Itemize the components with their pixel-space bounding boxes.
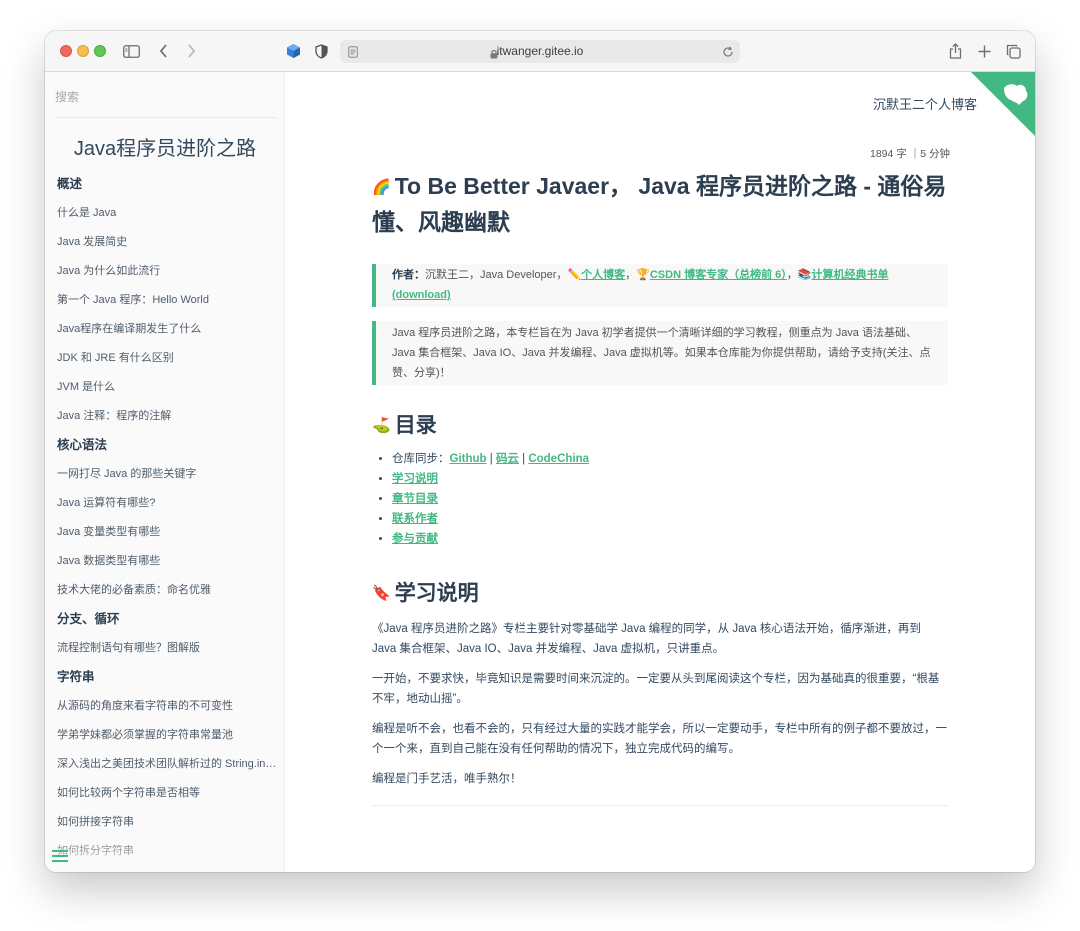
sidebar-item[interactable]: 什么是 Java	[57, 200, 279, 229]
sidebar-item[interactable]: Java 注释：程序的注解	[57, 403, 279, 432]
sidebar-item[interactable]: 从源码的角度来看字符串的不可变性	[57, 693, 279, 722]
sidebar-item[interactable]: 学弟学妹都必须掌握的字符串常量池	[57, 722, 279, 751]
flag-icon: ⛳	[372, 417, 391, 434]
toc-list: 仓库同步：Github | 码云 | CodeChina 学习说明 章节目录 联…	[372, 449, 948, 549]
toc-item: 学习说明	[392, 469, 948, 489]
address-bar[interactable]: itwanger.gitee.io	[340, 40, 740, 63]
study-heading-text: 学习说明	[394, 582, 479, 605]
sidebar-item[interactable]: Java 为什么如此流行	[57, 258, 279, 287]
page-title: 🌈 To Be Better Javaer， Java 程序员进阶之路 - 通俗易…	[372, 169, 948, 240]
search-input[interactable]	[55, 82, 277, 112]
app-name[interactable]: Java程序员进阶之路	[45, 132, 284, 161]
toc-heading-text: 目录	[394, 414, 437, 437]
tab-overview-icon[interactable]	[1004, 41, 1022, 61]
divider	[372, 805, 948, 806]
address-url: itwanger.gitee.io	[496, 44, 584, 58]
study-heading: 🔖 学习说明	[372, 579, 948, 609]
sidebar: Java程序员进阶之路 概述什么是 JavaJava 发展简史Java 为什么如…	[45, 72, 285, 872]
forward-icon[interactable]	[184, 41, 198, 61]
toc-item: 章节目录	[392, 489, 948, 509]
sidebar-item[interactable]: 如何比较两个字符串是否相等	[57, 780, 279, 809]
share-icon[interactable]	[947, 41, 963, 61]
codechina-link[interactable]: CodeChina	[528, 453, 589, 465]
extension-cube-icon[interactable]	[284, 41, 302, 61]
sidebar-item[interactable]: 技术大佬的必备素质：命名优雅	[57, 577, 279, 606]
pencil-icon: ✏️	[567, 269, 582, 281]
close-window-button[interactable]	[60, 45, 72, 57]
sidebar-item[interactable]: JDK 和 JRE 有什么区别	[57, 345, 279, 374]
toc-link-chapters[interactable]: 章节目录	[392, 493, 438, 505]
author-label: 作者：	[392, 269, 425, 281]
sidebar-section-heading: 字符串	[57, 670, 95, 684]
sidebar-fade	[45, 832, 284, 872]
sidebar-section-heading: 核心语法	[57, 438, 108, 452]
search-box	[55, 82, 277, 118]
sidebar-section-heading: 概述	[57, 177, 83, 191]
reload-icon[interactable]	[722, 45, 734, 63]
toc-sync-label: 仓库同步：	[392, 453, 450, 465]
article: 🌈 To Be Better Javaer， Java 程序员进阶之路 - 通俗易…	[372, 169, 948, 806]
toc-item: 联系作者	[392, 509, 948, 529]
sidebar-item[interactable]: 一网打尽 Java 的那些关键字	[57, 461, 279, 490]
sidebar-item[interactable]: 流程控制语句有哪些？图解版	[57, 635, 279, 664]
personal-blog-link[interactable]: 个人博客	[581, 269, 625, 281]
toc-link-study[interactable]: 学习说明	[392, 473, 438, 485]
toc-link-contribute[interactable]: 参与贡献	[392, 533, 438, 545]
paragraph: 《Java 程序员进阶之路》专栏主要针对零基础学 Java 编程的同学，从 Ja…	[372, 623, 921, 655]
paragraph: 编程是门手艺活，唯手熟尔！	[372, 773, 522, 785]
toc-heading: ⛳ 目录	[372, 411, 948, 441]
privacy-shield-icon[interactable]	[313, 41, 329, 61]
paragraph: 编程是听不会，也看不会的，只有经过大量的实践才能学会，所以一定要动手，专栏中所有…	[372, 723, 947, 755]
books-icon: 📚	[797, 269, 812, 281]
paragraph: 一开始，不要求快，毕竟知识是需要时间来沉淀的。一定要从头到尾阅读这个专栏，因为基…	[372, 673, 940, 705]
toc-link-contact[interactable]: 联系作者	[392, 513, 438, 525]
trophy-icon: 🏆	[636, 269, 650, 281]
toc-sync-item: 仓库同步：Github | 码云 | CodeChina	[392, 449, 948, 469]
csdn-blog-link[interactable]: CSDN 博客专家（总榜前 6）	[650, 269, 787, 281]
toc-item: 参与贡献	[392, 529, 948, 549]
bookmark-icon: 🔖	[372, 585, 391, 602]
fullscreen-window-button[interactable]	[94, 45, 106, 57]
sidebar-item[interactable]: 深入浅出之美团技术团队解析过的 String.intern	[57, 751, 279, 780]
sidebar-section-heading: 分支、循环	[57, 612, 120, 626]
browser-window: itwanger.gitee.io Java程序员进阶之路 概述什么是 Java…	[45, 31, 1035, 872]
sidebar-item[interactable]: Java程序在编译期发生了什么	[57, 316, 279, 345]
sidebar-item[interactable]: Java 运算符有哪些?	[57, 490, 279, 519]
sidebar-item[interactable]: JVM 是什么	[57, 374, 279, 403]
sidebar-item[interactable]: Java 数据类型有哪些	[57, 548, 279, 577]
rainbow-icon: 🌈	[372, 179, 391, 196]
page-title-text: To Be Better Javaer， Java 程序员进阶之路 - 通俗易懂…	[372, 173, 947, 235]
gitee-link[interactable]: 码云	[496, 453, 519, 465]
sidebar-item[interactable]: Java 发展简史	[57, 229, 279, 258]
word-count: 1894 字 ｜5 分钟	[870, 148, 950, 160]
author-text: 沉默王二，Java Developer，	[425, 269, 568, 281]
back-icon[interactable]	[156, 41, 170, 61]
new-tab-icon[interactable]	[976, 41, 992, 61]
sidebar-item[interactable]: 第一个 Java 程序：Hello World	[57, 287, 279, 316]
sidebar-toggle-icon[interactable]	[122, 41, 140, 61]
author-quote: 作者：沉默王二，Java Developer，✏️个人博客，🏆CSDN 博客专家…	[372, 264, 948, 307]
browser-toolbar: itwanger.gitee.io	[45, 31, 1035, 72]
minimize-window-button[interactable]	[77, 45, 89, 57]
sidebar-item[interactable]: Java 变量类型有哪些	[57, 519, 279, 548]
github-link[interactable]: Github	[450, 453, 487, 465]
menu-toggle-icon[interactable]	[52, 850, 68, 862]
gitee-corner-icon[interactable]	[971, 72, 1035, 136]
intro-quote: Java 程序员进阶之路，本专栏旨在为 Java 初学者提供一个清晰详细的学习教…	[372, 321, 948, 385]
main-content: 沉默王二个人博客 1894 字 ｜5 分钟 🌈 To Be Better Java…	[285, 72, 1035, 872]
site-name-link[interactable]: 沉默王二个人博客	[873, 94, 977, 113]
sidebar-nav: 概述什么是 Java Java 发展简史 Java 为什么如此流行 第一个 Java …	[57, 171, 279, 872]
